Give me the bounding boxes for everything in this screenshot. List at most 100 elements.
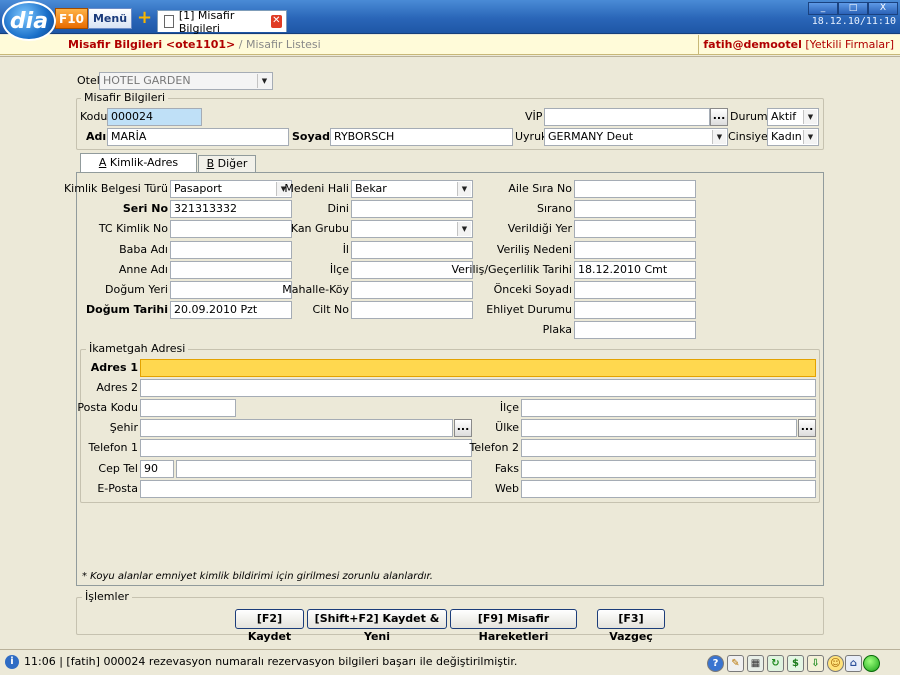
maximize-button[interactable]: □: [838, 2, 868, 15]
eposta-field[interactable]: [140, 480, 472, 498]
user-info: fatih@demootel [Yetkili Firmalar]: [698, 35, 894, 55]
otel-label: Otel: [77, 74, 100, 87]
refresh-icon[interactable]: ↻: [767, 655, 784, 672]
adres1-field[interactable]: [140, 359, 816, 377]
col2-field-2[interactable]: [351, 220, 473, 239]
col1-field-1[interactable]: 321313332: [170, 200, 292, 219]
eposta-label: E-Posta: [97, 482, 138, 495]
tab-diger[interactable]: B Diğer: [198, 155, 256, 173]
islemler-title: İşlemler: [82, 591, 132, 603]
col1-field-6[interactable]: 20.09.2010 Pzt: [170, 301, 292, 320]
uyruk-select[interactable]: GERMANY Deut: [544, 128, 728, 146]
col1-field-3[interactable]: [170, 240, 292, 259]
col2-label-2: Kan Grubu: [290, 222, 349, 236]
tab-misafir-bilgileri[interactable]: [1] Misafir Bilgileri ✕: [157, 8, 287, 35]
status-text: | [fatih] 000024 rezevasyon numaralı rez…: [59, 655, 518, 668]
adres2-label: Adres 2: [96, 381, 138, 394]
col3-field-3[interactable]: [574, 240, 696, 259]
smiley-icon[interactable]: ☺: [827, 655, 844, 672]
lock-icon[interactable]: ⌂: [845, 655, 862, 672]
new-tab-plus-icon[interactable]: +: [137, 9, 153, 27]
adres2-field[interactable]: [140, 379, 816, 397]
cancel-button[interactable]: [F3] Vazgeç: [597, 609, 665, 643]
col2-label-0: Medeni Hali: [284, 182, 349, 195]
col2-field-0[interactable]: Bekar: [351, 180, 473, 198]
telefon2-label: Telefon 2: [469, 441, 519, 454]
close-tab-icon[interactable]: ✕: [270, 15, 282, 28]
web-field[interactable]: [521, 480, 816, 498]
authorized-firms-link[interactable]: [Yetkili Firmalar]: [805, 38, 894, 51]
soyadi-label: Soyadı: [292, 130, 334, 143]
required-fields-note: * Koyu alanlar emniyet kimlik bildirimi …: [82, 571, 433, 582]
col1-field-5[interactable]: [170, 281, 292, 299]
sehir-field[interactable]: [140, 419, 453, 437]
kodu-field[interactable]: 000024: [107, 108, 202, 126]
tab-label: [1] Misafir Bilgileri: [178, 8, 235, 35]
soyadi-field[interactable]: RYBORSCH: [330, 128, 513, 146]
guest-movements-button[interactable]: [F9] Misafir Hareketleri: [450, 609, 577, 643]
col1-field-4[interactable]: [170, 260, 292, 279]
document-icon: [164, 15, 174, 28]
info-icon: i: [5, 655, 19, 669]
adres1-label: Adres 1: [90, 361, 138, 374]
currency-icon[interactable]: $: [787, 655, 804, 672]
col3-field-6[interactable]: [574, 301, 696, 320]
col3-field-1[interactable]: [574, 200, 696, 219]
dia-logo[interactable]: dia: [2, 1, 56, 41]
tab-diger-label: Diğer: [214, 157, 248, 170]
web-label: Web: [495, 482, 519, 495]
calculator-icon[interactable]: ▦: [747, 655, 764, 672]
breadcrumb-previous[interactable]: Misafir Listesi: [246, 38, 321, 51]
clock: 18.12.10/11:10: [811, 16, 896, 27]
cep-tel-label: Cep Tel: [98, 462, 138, 475]
ilce-adres-field[interactable]: [521, 399, 816, 417]
adi-field[interactable]: MARİA: [107, 128, 289, 146]
durum-select[interactable]: Aktif: [767, 108, 819, 126]
save-button[interactable]: [F2] Kaydet: [235, 609, 304, 643]
col1-label-6: Doğum Tarihi: [86, 303, 168, 317]
col1-field-2[interactable]: [170, 220, 292, 239]
otel-select[interactable]: HOTEL GARDEN: [99, 72, 273, 90]
ikametgah-adresi-title: İkametgah Adresi: [86, 343, 189, 355]
tools-icon[interactable]: ✎: [727, 655, 744, 672]
col2-field-3[interactable]: [351, 240, 473, 259]
cep-tel-code-field[interactable]: 90: [140, 460, 174, 478]
close-window-button[interactable]: X: [868, 2, 898, 15]
col3-field-5[interactable]: [574, 281, 696, 299]
posta-kodu-field[interactable]: [140, 399, 236, 417]
menu-button[interactable]: Menü: [88, 8, 132, 29]
col2-field-5[interactable]: [351, 281, 473, 299]
ulke-label: Ülke: [495, 421, 519, 434]
col1-field-0[interactable]: Pasaport: [170, 180, 292, 198]
status-message: 11:06 | [fatih] 000024 rezevasyon numara…: [24, 655, 517, 669]
col3-label-2: Verildiği Yer: [507, 222, 572, 236]
ulke-lookup-button[interactable]: ...: [798, 419, 816, 437]
col1-label-3: Baba Adı: [119, 242, 168, 256]
cep-tel-field[interactable]: [176, 460, 472, 478]
col3-field-4[interactable]: 18.12.2010 Cmt: [574, 260, 696, 279]
tab-kimlik-adres[interactable]: A Kimlik-Adres Bilgileri: [80, 153, 197, 187]
tab-diger-key: B: [206, 157, 215, 170]
save-and-new-button[interactable]: [Shift+F2] Kaydet & Yeni: [307, 609, 447, 643]
faks-field[interactable]: [521, 460, 816, 478]
help-icon[interactable]: ?: [707, 655, 724, 672]
col2-field-1[interactable]: [351, 200, 473, 219]
breadcrumb-current: Misafir Bilgileri <ote1101>: [68, 38, 236, 51]
breadcrumb-separator: /: [238, 38, 243, 51]
vip-field[interactable]: [544, 108, 710, 126]
sehir-lookup-button[interactable]: ...: [454, 419, 472, 437]
col1-label-5: Doğum Yeri: [105, 283, 168, 296]
telefon1-field[interactable]: [140, 439, 472, 457]
col2-field-6[interactable]: [351, 301, 473, 320]
cinsiyet-select[interactable]: Kadın: [767, 128, 819, 146]
telefon2-field[interactable]: [521, 439, 816, 457]
f10-button[interactable]: F10: [55, 8, 88, 29]
download-icon[interactable]: ⇩: [807, 655, 824, 672]
col3-field-0[interactable]: [574, 180, 696, 198]
col3-field-2[interactable]: [574, 220, 696, 239]
ilce-adres-label: İlçe: [499, 401, 519, 414]
ulke-field[interactable]: [521, 419, 797, 437]
col3-field-7[interactable]: [574, 321, 696, 340]
vip-lookup-button[interactable]: ...: [710, 108, 728, 126]
minimize-button[interactable]: _: [808, 2, 838, 15]
